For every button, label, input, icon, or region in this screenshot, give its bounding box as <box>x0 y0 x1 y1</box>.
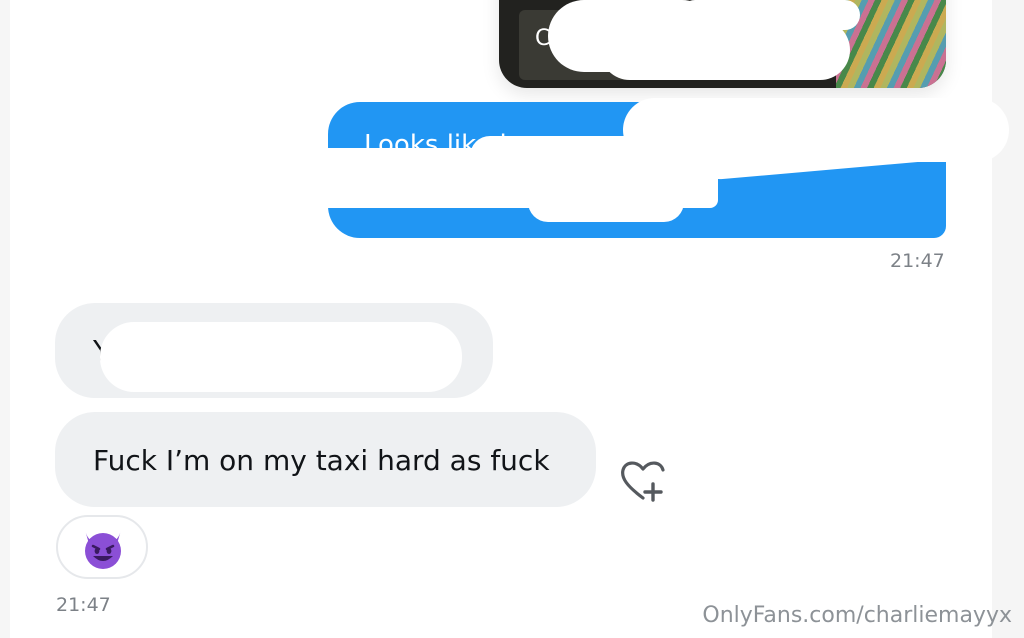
heart-plus-icon[interactable] <box>617 458 669 504</box>
left-shade <box>0 0 10 638</box>
watermark: OnlyFans.com/charliemayyx <box>702 603 1012 628</box>
redaction-scribble <box>100 322 462 392</box>
reaction-chip[interactable] <box>56 515 148 579</box>
right-shade <box>992 0 1024 638</box>
redaction-scribble <box>680 0 860 30</box>
received-message-time: 21:47 <box>56 594 111 616</box>
redaction-scribble <box>528 182 684 222</box>
received-message-text: Fuck I’m on my taxi hard as fuck <box>93 444 550 477</box>
sent-message-time: 21:47 <box>890 250 945 272</box>
smiling-devil-emoji-icon <box>85 530 121 569</box>
